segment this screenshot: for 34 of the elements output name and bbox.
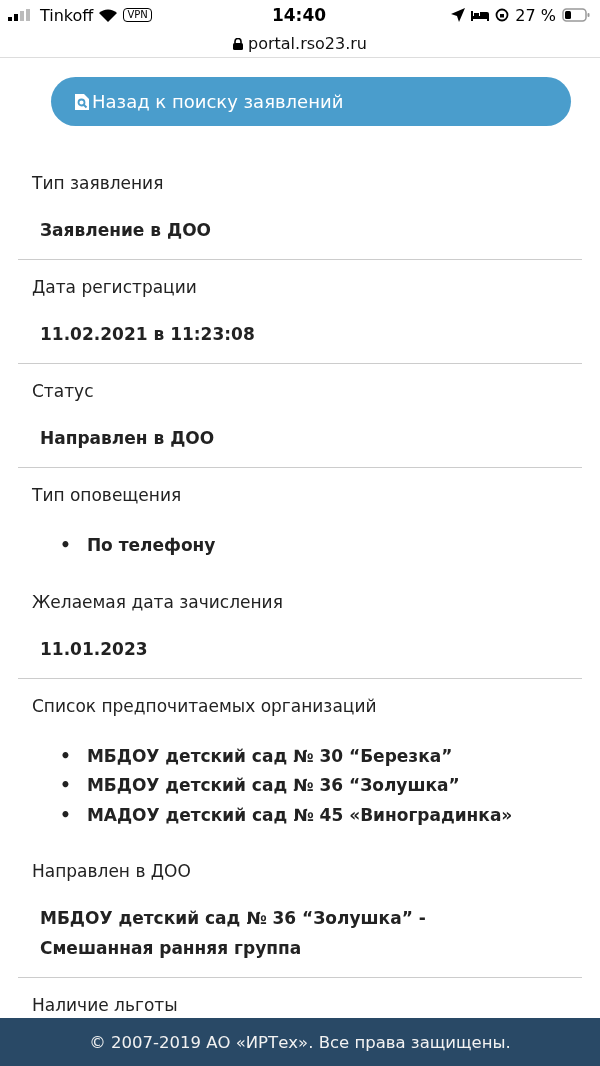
lock-icon — [233, 37, 243, 50]
list-item: МБДОУ детский сад № 36 “Золушка” — [86, 774, 460, 797]
rotation-lock-icon — [495, 8, 510, 22]
battery-percent: 27 % — [515, 5, 556, 25]
field-label: Тип оповещения — [31, 484, 183, 507]
list-item: По телефону — [86, 534, 216, 557]
bullet: • — [60, 774, 71, 797]
carrier-name: Tinkoff — [40, 5, 94, 25]
clock: 14:40 — [271, 5, 327, 25]
location-arrow-icon — [451, 8, 466, 22]
field-label: Тип заявления — [31, 172, 165, 195]
bullet: • — [60, 744, 71, 768]
copyright-text: © 2007-2019 АО «ИРТех». Все права защищены. — [89, 1032, 511, 1052]
vpn-badge: VPN — [123, 8, 152, 22]
field-label: Дата регистрации — [31, 276, 198, 299]
field-value: 11.01.2023 — [39, 637, 149, 661]
url-text[interactable]: portal.rso23.ru — [248, 34, 367, 53]
field-value: Заявление в ДОО — [39, 219, 213, 242]
field-value: МБДОУ детский сад № 36 “Золушка” - Смешанная ранняя группа — [39, 907, 427, 960]
field-value: Направлен в ДОО — [39, 427, 216, 450]
bullet: • — [60, 534, 71, 557]
field-value: 11.02.2021 в 11:23:08 — [39, 323, 256, 346]
wifi-icon — [99, 8, 118, 22]
bullet: • — [60, 803, 71, 827]
list-item: МАДОУ детский сад № 45 «Виноградинка» — [86, 803, 513, 827]
field-label: Направлен в ДОО — [31, 860, 192, 883]
field-label: Список предпочитаемых организаций — [31, 694, 378, 718]
field-label: Желаемая дата зачисления — [31, 590, 284, 614]
bed-icon — [471, 9, 490, 21]
field-label: Наличие льготы — [31, 994, 179, 1017]
field-label: Статус — [31, 380, 95, 403]
battery-icon — [562, 8, 590, 22]
document-search-icon — [75, 93, 89, 110]
list-item: МБДОУ детский сад № 30 “Березка” — [86, 744, 453, 768]
